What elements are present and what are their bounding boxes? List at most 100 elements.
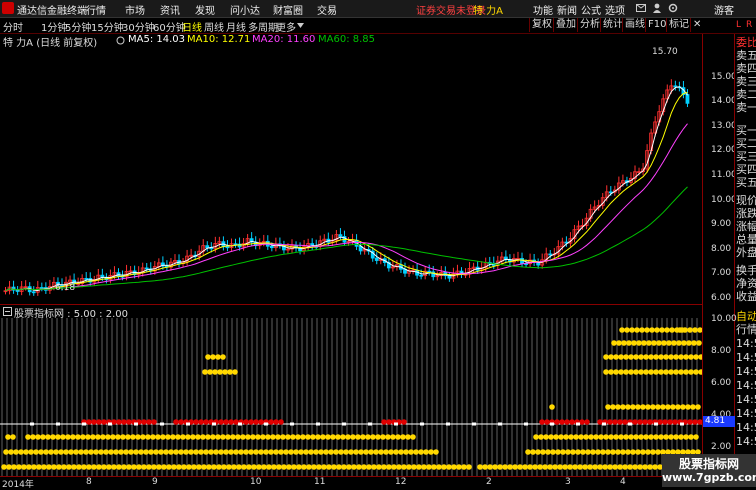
indicator-dot (146, 464, 152, 470)
price-chart-canvas[interactable] (0, 47, 702, 303)
indicator-dot (298, 449, 304, 455)
quote-side-panel[interactable]: 委比 卖五 卖四 卖三 卖二 卖一 买一 买二 买三 买四 买五 现价 涨跌 涨… (734, 34, 756, 487)
menu-ask[interactable]: 问小达 (230, 2, 260, 17)
menu-options[interactable]: 选项 (605, 2, 625, 17)
menu-news-feed[interactable]: 新闻 (557, 2, 577, 17)
menu-market-quotes[interactable]: 行情 (86, 2, 106, 17)
indicator-dot (582, 464, 588, 470)
indicator-dot (258, 419, 264, 425)
indicator-marker (342, 422, 346, 426)
menu-market[interactable]: 市场 (125, 2, 145, 17)
indicator-dot (502, 464, 508, 470)
indicator-dot (630, 404, 636, 410)
button-overlay[interactable]: 叠加 (553, 18, 578, 32)
indicator-marker (680, 422, 684, 426)
price-tick-3: 12.00 (711, 145, 737, 156)
button-adjust[interactable]: 复权 (529, 18, 554, 32)
period-tab-monthly[interactable]: 月线 (226, 19, 246, 34)
indicator-dot (238, 449, 244, 455)
menu-wealth[interactable]: 财富圈 (273, 2, 303, 17)
indicator-dot (648, 434, 654, 440)
price-tick-9: 6.00 (711, 293, 732, 304)
indicator-dot (155, 434, 161, 440)
period-tab-5min[interactable]: 5分钟 (65, 19, 91, 34)
indicator-dot (640, 449, 646, 455)
chevron-down-icon[interactable] (297, 23, 304, 28)
indicator-dot (338, 449, 344, 455)
period-tab-weekly[interactable]: 周线 (204, 19, 224, 34)
button-close[interactable]: ✕ (690, 18, 703, 32)
guest-label[interactable]: 游客 (714, 2, 734, 17)
period-tab-intraday[interactable]: 分时 (3, 19, 23, 34)
button-f10[interactable]: F10 (645, 18, 668, 32)
indicator-dot (627, 464, 633, 470)
date-label-1: 8 (86, 477, 92, 487)
watermark-badge: 股票指标网 www.7gpzb.com (662, 454, 756, 487)
menu-formula[interactable]: 公式 (581, 2, 601, 17)
settings-icon[interactable] (668, 3, 678, 13)
indicator-dot (66, 464, 72, 470)
indicator-settings-icon[interactable] (3, 307, 12, 316)
menu-trade[interactable]: 交易 (317, 2, 337, 17)
button-analysis[interactable]: 分析 (577, 18, 602, 32)
add-indicator-icon[interactable] (116, 36, 125, 45)
indicator-dot (305, 434, 311, 440)
indicator-dot (687, 419, 693, 425)
indicator-dot (639, 327, 645, 333)
indicator-dot (148, 449, 154, 455)
indicator-dot (671, 340, 677, 346)
indicator-dot (693, 434, 699, 440)
left-toggle-icon[interactable]: L (736, 20, 741, 30)
indicator-dot (143, 449, 149, 455)
indicator-canvas[interactable] (0, 318, 704, 476)
price-tick-0: 15.00 (711, 71, 737, 82)
period-tab-more[interactable]: 更多 (276, 19, 296, 34)
indicator-dot (348, 449, 354, 455)
date-label-0: 2014年 (2, 480, 34, 490)
right-toggle-icon[interactable]: R (746, 20, 752, 30)
indicator-dot (268, 449, 274, 455)
indicator-dot (86, 464, 92, 470)
mail-icon[interactable] (636, 3, 646, 13)
period-tab-1min[interactable]: 1分钟 (41, 19, 67, 34)
indicator-dot (8, 449, 14, 455)
period-tab-60min[interactable]: 60分钟 (153, 19, 186, 34)
indicator-dot (696, 340, 702, 346)
period-tab-30min[interactable]: 30分钟 (122, 19, 155, 34)
indicator-dot (53, 449, 59, 455)
period-tab-15min[interactable]: 15分钟 (91, 19, 124, 34)
menu-functions[interactable]: 功能 (533, 2, 553, 17)
indicator-dot (628, 354, 634, 360)
menu-discover[interactable]: 发现 (195, 2, 215, 17)
indicator-dot (428, 449, 434, 455)
indicator-dot (138, 449, 144, 455)
indicator-dot (280, 434, 286, 440)
indicator-dot (306, 464, 312, 470)
indicator-dot (226, 464, 232, 470)
user-icon[interactable] (652, 3, 662, 13)
price-chart[interactable]: 6.18 15.70 (0, 47, 702, 303)
period-tab-multi[interactable]: 多周期 (248, 19, 278, 34)
indicator-dot (356, 464, 362, 470)
indicator-dot (205, 354, 211, 360)
candle-body (15, 289, 20, 292)
indicator-chart[interactable] (0, 318, 704, 476)
indicator-dot (88, 449, 94, 455)
panel-row-15: 外盘 (736, 246, 756, 259)
indicator-dot (217, 369, 223, 375)
period-tab-daily[interactable]: 日线 (182, 19, 202, 34)
indicator-dot (325, 434, 331, 440)
indicator-dot (153, 449, 159, 455)
indicator-dot (554, 419, 560, 425)
button-draw[interactable]: 画线 (622, 18, 647, 32)
indicator-dot (573, 434, 579, 440)
menu-news[interactable]: 资讯 (160, 2, 180, 17)
app-title: 通达信金融终端 (17, 6, 87, 17)
indicator-dot (173, 449, 179, 455)
indicator-dot (552, 464, 558, 470)
indicator-dot (331, 464, 337, 470)
button-mark[interactable]: 标记 (666, 18, 691, 32)
indicator-dot (656, 340, 662, 346)
indicator-dot (386, 464, 392, 470)
ma20-line (5, 123, 688, 292)
